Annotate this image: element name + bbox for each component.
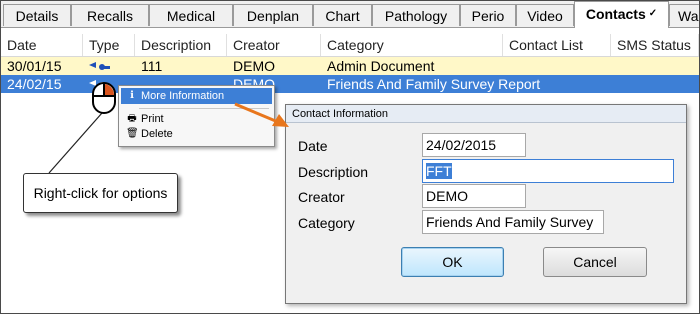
- menu-item-label: Print: [141, 113, 164, 125]
- creator-cell: DEMO: [233, 58, 275, 74]
- category-label: Category: [298, 215, 355, 231]
- category-cell: Friends And Family Survey Report: [327, 76, 541, 92]
- column-header[interactable]: Creator: [227, 34, 321, 56]
- creator-field[interactable]: DEMO: [422, 184, 526, 208]
- tab-denplan[interactable]: Denplan: [233, 4, 313, 26]
- creator-label: Creator: [298, 189, 345, 205]
- column-header[interactable]: SMS Status: [611, 34, 699, 56]
- column-header[interactable]: Description: [135, 34, 227, 56]
- tab-recalls[interactable]: Recalls: [71, 4, 149, 26]
- tab-wa[interactable]: Wa: [669, 4, 699, 26]
- tab-label: Pathology: [384, 8, 448, 24]
- contacts-window: Details Recalls Medical Denplan Chart Pa…: [0, 0, 700, 314]
- table-row[interactable]: 30/01/15 111 DEMO Admin Document: [1, 57, 699, 76]
- tab-label: Chart: [325, 8, 360, 24]
- column-header[interactable]: Date: [1, 34, 83, 56]
- tab-label: Perio: [471, 8, 505, 24]
- tab-label: Denplan: [246, 8, 300, 24]
- tab-label: Details: [15, 8, 59, 24]
- date-cell: 30/01/15: [7, 58, 62, 74]
- tab-label: Medical: [166, 8, 216, 24]
- date-field[interactable]: 24/02/2015: [422, 133, 526, 157]
- tab-pathology[interactable]: Pathology: [372, 4, 460, 26]
- tab-perio[interactable]: Perio: [460, 4, 516, 26]
- menu-item-delete[interactable]: 🗑 Delete: [121, 126, 272, 142]
- menu-item-label: More Information: [141, 90, 225, 102]
- tab-medical[interactable]: Medical: [149, 4, 233, 26]
- tab-video[interactable]: Video: [516, 4, 574, 26]
- contact-information-dialog: Contact Information Date 24/02/2015 Desc…: [285, 104, 687, 304]
- callout-tooltip: Right-click for options: [23, 173, 178, 213]
- tab-label: Video: [527, 8, 563, 24]
- description-field[interactable]: FFT: [422, 159, 674, 183]
- ok-button[interactable]: OK: [401, 247, 504, 277]
- mouse-right-click-icon: [92, 82, 116, 114]
- delete-icon: 🗑: [126, 128, 139, 139]
- tab-label: Recalls: [87, 8, 133, 24]
- tab-details[interactable]: Details: [3, 4, 71, 26]
- description-cell: 111: [141, 58, 163, 74]
- pin-icon[interactable]: ✓: [649, 8, 657, 19]
- table-header: Date Type Description Creator Category C…: [1, 34, 699, 57]
- contact-type-icon: [89, 62, 110, 70]
- column-header[interactable]: Category: [321, 34, 503, 56]
- category-cell: Admin Document: [327, 58, 435, 74]
- info-icon: ℹ: [130, 90, 134, 101]
- cancel-button[interactable]: Cancel: [543, 247, 647, 277]
- tab-contacts[interactable]: Contacts ✓: [574, 1, 669, 28]
- column-header[interactable]: Contact List: [503, 34, 611, 56]
- dialog-title: Contact Information: [286, 105, 686, 123]
- tab-label: Wa: [678, 8, 699, 24]
- menu-item-more-information[interactable]: ℹ More Information: [121, 88, 272, 104]
- print-icon: 🖶: [127, 113, 137, 124]
- menu-item-print[interactable]: 🖶 Print: [121, 111, 272, 127]
- context-menu: ℹ More Information 🖶 Print 🗑 Delete: [118, 85, 275, 147]
- tab-chart[interactable]: Chart: [313, 4, 372, 26]
- tab-bar: Details Recalls Medical Denplan Chart Pa…: [1, 1, 699, 28]
- menu-item-label: Delete: [141, 128, 173, 140]
- date-cell: 24/02/15: [7, 76, 62, 92]
- column-header[interactable]: Type: [83, 34, 135, 56]
- menu-separator: [139, 108, 269, 109]
- callout-text: Right-click for options: [33, 185, 168, 201]
- tab-label: Contacts: [585, 6, 646, 22]
- selected-text: FFT: [426, 163, 452, 179]
- description-label: Description: [298, 164, 369, 180]
- category-field[interactable]: Friends And Family Survey: [422, 210, 604, 234]
- date-label: Date: [298, 138, 328, 154]
